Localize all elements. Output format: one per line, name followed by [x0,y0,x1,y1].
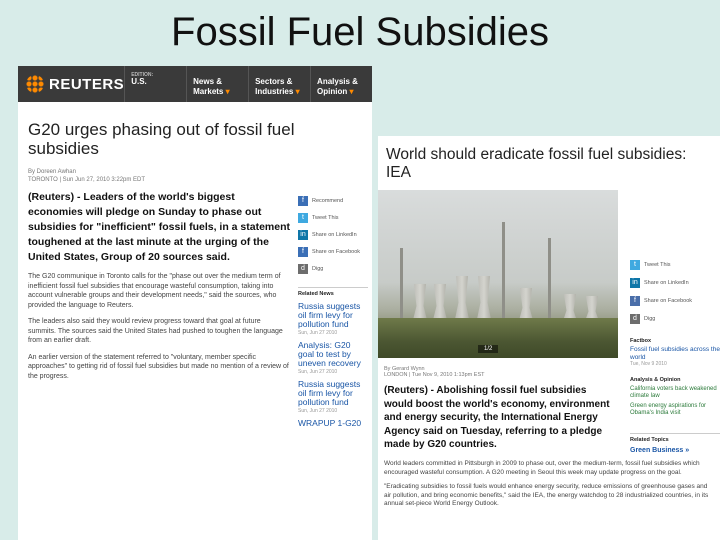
related-news-heading: Related News [298,287,368,297]
photo-pager[interactable]: 1/2 [478,345,499,353]
analysis-link[interactable]: Green energy aspirations for Obama's Ind… [630,403,720,417]
chimney-shape [548,238,551,318]
left-article-screenshot: REUTERS EDITION: U.S. News & Markets ▾ S… [18,66,372,540]
twitter-icon: t [630,260,640,270]
chimney-shape [502,222,505,318]
facebook-icon: f [298,246,308,257]
article-paragraph: The leaders also said they would review … [28,318,283,344]
twitter-icon: t [298,212,308,223]
article-byline: By Gerard Wynn LONDON | Tue Nov 9, 2010 … [378,358,618,378]
related-link[interactable]: Analysis: G20 goal to test by uneven rec… [298,341,368,368]
cooling-tower-shape [476,276,492,324]
nav-small-label: EDITION: [131,72,154,78]
linkedin-icon: in [630,278,640,288]
facebook-icon: f [298,195,308,206]
related-link[interactable]: Russia suggests oil firm levy for pollut… [298,302,368,329]
facebook-icon: f [630,296,640,306]
article-paragraph: The G20 communique in Toronto calls for … [28,273,281,309]
slide-title: Fossil Fuel Subsidies [171,10,549,54]
related-link[interactable]: WRAPUP 1-G20 [298,419,368,428]
digg-icon: d [630,314,640,324]
nav-label: Sectors & Industries [255,77,294,96]
linkedin-share-button[interactable]: in Share on LinkedIn [630,274,720,292]
factbox-link[interactable]: Fossil fuel subsidies across the world [630,346,720,361]
article-main-column: (Reuters) - Leaders of the world's bigge… [28,188,290,428]
nav-label: U.S. [131,77,147,86]
digg-button[interactable]: d Digg [630,310,720,328]
related-date: Sun, Jun 27 2010 [298,369,338,375]
article-headline: G20 urges phasing out of fossil fuel sub… [28,120,295,158]
article-body: 1/2 By Gerard Wynn LONDON | Tue Nov 9, 2… [378,182,720,454]
chevron-down-icon: ▾ [349,87,354,96]
related-date: Sun, Jun 27 2010 [298,408,338,414]
article-byline: By Doreen Awhan TORONTO | Sun Jun 27, 20… [18,158,372,184]
byline-author: By Doreen Awhan [28,169,76,175]
facebook-share-button[interactable]: f Share on Facebook [298,243,368,260]
factbox-date: Tue, Nov 9 2010 [630,361,667,367]
related-link[interactable]: Russia suggests oil firm levy for pollut… [298,380,368,407]
tweet-button[interactable]: t Tweet This [630,256,720,274]
related-news-item[interactable]: Analysis: G20 goal to test by uneven rec… [298,341,368,376]
nav-item-analysis-opinion[interactable]: Analysis & Opinion ▾ [310,66,372,102]
article-lede: (Reuters) - Abolishing fossil fuel subsi… [384,385,610,450]
article-lede: (Reuters) - Leaders of the world's bigge… [28,191,291,263]
chevron-down-icon: ▾ [295,87,300,96]
article-main-column: 1/2 By Gerard Wynn LONDON | Tue Nov 9, 2… [378,190,618,454]
top-navigation-bar: REUTERS EDITION: U.S. News & Markets ▾ S… [18,66,372,102]
right-article-screenshot: World should eradicate fossil fuel subsi… [378,136,720,540]
related-news-item[interactable]: Russia suggests oil firm levy for pollut… [298,302,368,337]
analysis-opinion-heading: Analysis & Opinion [630,377,681,383]
chimney-shape [400,248,403,318]
facebook-share-button[interactable]: f Share on Facebook [630,292,720,310]
related-date: Sun, Jun 27 2010 [298,330,338,336]
related-topic-link[interactable]: Green Business » [630,447,720,454]
cooling-tower-shape [454,276,470,324]
article-body: (Reuters) - Leaders of the world's bigge… [18,184,372,428]
tweet-button[interactable]: t Tweet This [298,209,368,226]
article-paragraph: "Eradicating subsidies to fossil fuels w… [384,483,709,507]
digg-button[interactable]: d Digg [298,260,368,277]
reuters-logo[interactable]: REUTERS [18,75,124,93]
linkedin-share-button[interactable]: in Share on LinkedIn [298,226,368,243]
nav-label: News & Markets [193,77,224,96]
related-news-item[interactable]: Russia suggests oil firm levy for pollut… [298,380,368,415]
article-paragraph: An earlier version of the statement refe… [28,353,289,380]
power-plant-photo[interactable]: 1/2 [378,190,618,358]
related-topics-heading: Related Topics [630,433,720,443]
digg-icon: d [298,263,308,274]
analysis-link[interactable]: California voters back weakened climate … [630,386,720,400]
nav-item-news-markets[interactable]: News & Markets ▾ [186,66,248,102]
nav-item-edition[interactable]: EDITION: U.S. [124,66,186,102]
byline-dateline: TORONTO | Sun Jun 27, 2010 3:22pm EDT [28,177,146,183]
article-paragraph: World leaders committed in Pittsburgh in… [384,460,700,476]
brand-name: REUTERS [49,75,125,93]
chevron-down-icon: ▾ [225,87,230,96]
recommend-button[interactable]: f Recommend [298,192,368,209]
factbox-heading: Factbox [630,338,652,344]
related-news-item[interactable]: WRAPUP 1-G20 [298,419,368,428]
article-headline: World should eradicate fossil fuel subsi… [386,146,687,181]
article-sidebar: t Tweet This in Share on LinkedIn f Shar… [618,190,720,454]
linkedin-icon: in [298,229,308,240]
article-sidebar: f Recommend t Tweet This in Share on Lin… [290,188,368,428]
reuters-dots-icon [26,75,44,93]
nav-item-sectors-industries[interactable]: Sectors & Industries ▾ [248,66,310,102]
